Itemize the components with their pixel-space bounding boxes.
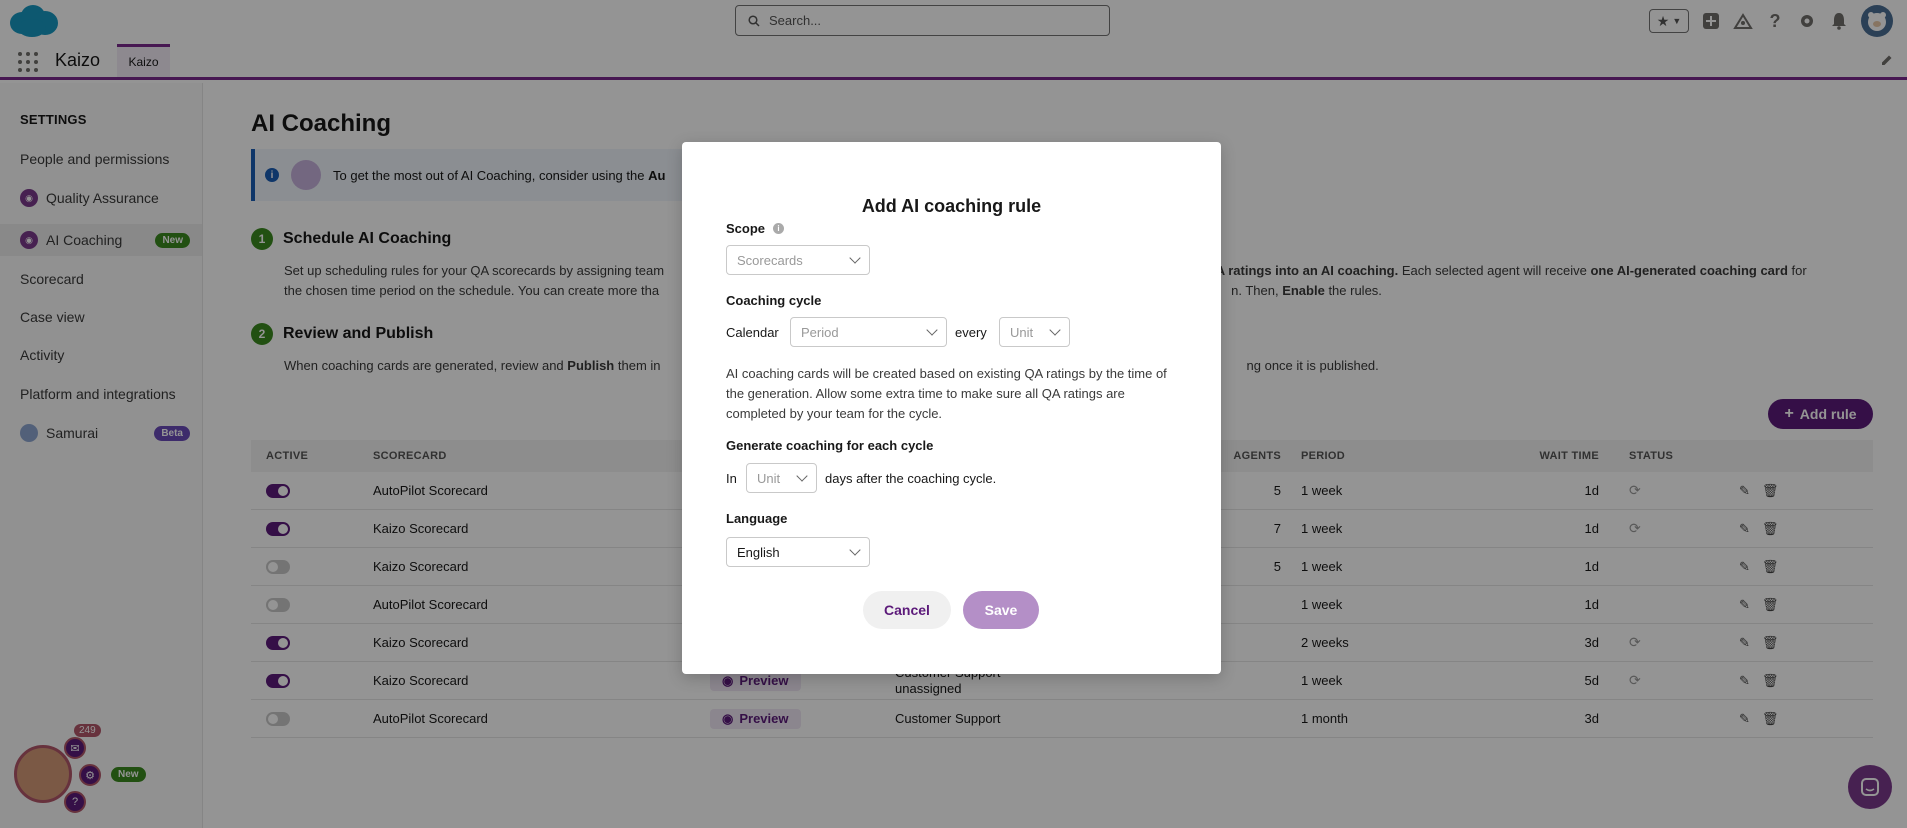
- add-coaching-rule-modal: Add AI coaching rule Scope i Scorecards …: [682, 142, 1221, 674]
- in-label: In: [726, 471, 737, 486]
- cycle-unit-value: Unit: [1010, 324, 1034, 340]
- days-unit-select[interactable]: Unit: [746, 463, 817, 493]
- period-select[interactable]: Period: [790, 317, 947, 347]
- calendar-label: Calendar: [726, 325, 779, 340]
- chevron-down-icon: [796, 470, 808, 482]
- modal-title: Add AI coaching rule: [861, 196, 1042, 216]
- chevron-down-icon: [926, 324, 938, 336]
- language-select[interactable]: English: [726, 537, 870, 567]
- period-select-value: Period: [801, 324, 839, 340]
- cancel-button[interactable]: Cancel: [863, 591, 951, 629]
- scope-label: Scope i: [726, 221, 785, 236]
- info-icon[interactable]: i: [773, 223, 785, 234]
- save-button[interactable]: Save: [963, 591, 1039, 629]
- days-unit-value: Unit: [757, 470, 781, 486]
- language-label: Language: [726, 511, 788, 526]
- chevron-down-icon: [1049, 324, 1061, 336]
- cycle-unit-select[interactable]: Unit: [999, 317, 1070, 347]
- language-select-value: English: [737, 544, 780, 560]
- scope-select[interactable]: Scorecards: [726, 245, 870, 275]
- coaching-cycle-label: Coaching cycle: [726, 293, 822, 308]
- chevron-down-icon: [849, 252, 861, 264]
- scope-select-value: Scorecards: [737, 252, 803, 268]
- every-label: every: [955, 325, 987, 340]
- chevron-down-icon: [849, 544, 861, 556]
- days-after-text: days after the coaching cycle.: [825, 471, 997, 486]
- coaching-info-text: AI coaching cards will be created based …: [726, 366, 1167, 421]
- generate-coaching-label: Generate coaching for each cycle: [726, 438, 934, 453]
